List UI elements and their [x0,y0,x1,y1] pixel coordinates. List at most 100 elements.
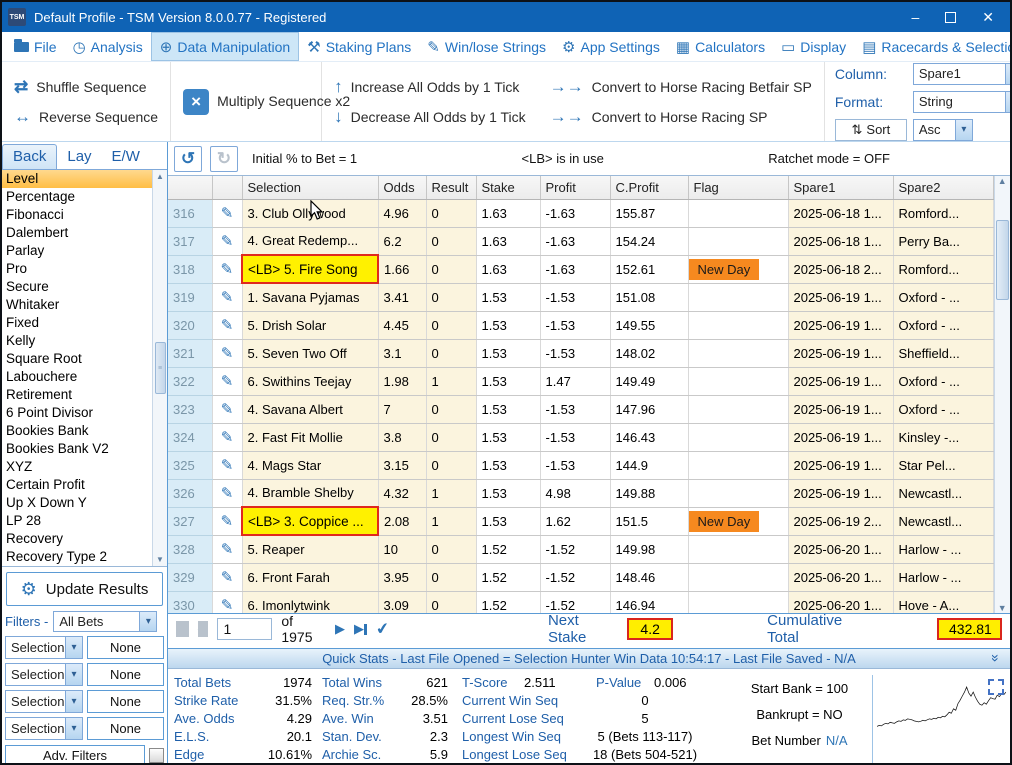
sidebar-item-level[interactable]: Level [2,170,152,188]
filter-value-button-2[interactable]: None [87,663,164,686]
table-row[interactable]: 320✎5. Drish Solar4.4501.53-1.53149.5520… [168,311,993,339]
sidebar-item-bookies-bank-v2[interactable]: Bookies Bank V2 [2,440,152,458]
decrease-odds-button[interactable]: ↓Decrease All Odds by 1 Tick [334,107,526,127]
maximize-button[interactable] [945,12,956,23]
table-row[interactable]: 324✎2. Fast Fit Mollie3.801.53-1.53146.4… [168,423,993,451]
sidebar-item-fibonacci[interactable]: Fibonacci [2,206,152,224]
menu-analysis[interactable]: ◷Analysis [65,32,151,61]
table-scrollbar[interactable]: ▲ ▼ [994,176,1011,613]
collapse-chevrons-icon[interactable]: » [988,654,1004,662]
sidebar-item-fixed[interactable]: Fixed [2,314,152,332]
edit-row-button[interactable]: ✎ [212,255,242,283]
tab-back[interactable]: Back [2,144,57,169]
table-row[interactable]: 322✎6. Swithins Teejay1.9811.531.47149.4… [168,367,993,395]
close-button[interactable]: ✕ [982,9,994,26]
scroll-down-icon[interactable]: ▼ [998,603,1007,613]
menu-data-manipulation[interactable]: ⊕Data Manipulation [151,32,299,61]
undo-button[interactable]: ↺ [174,146,202,172]
sidebar-item-up-x-down-y[interactable]: Up X Down Y [2,494,152,512]
menu-file[interactable]: File [6,32,65,61]
table-row[interactable]: 317✎4. Great Redemp...6.201.63-1.63154.2… [168,227,993,255]
scroll-up-icon[interactable]: ▲ [156,170,164,183]
convert-betfair-sp-button[interactable]: →→Convert to Horse Racing Betfair SP [550,77,812,97]
edit-row-button[interactable]: ✎ [212,451,242,479]
sidebar-scrollbar[interactable]: ▲ ≡ ▼ [152,170,167,566]
update-results-button[interactable]: ⚙ Update Results [6,572,163,606]
tab-ew[interactable]: E/W [102,145,150,169]
sidebar-item-lp-28[interactable]: LP 28 [2,512,152,530]
scrollbar-thumb[interactable] [996,220,1009,300]
sidebar-item-percentage[interactable]: Percentage [2,188,152,206]
adv-filters-checkbox[interactable] [149,748,164,763]
sidebar-item-secure[interactable]: Secure [2,278,152,296]
col-result[interactable]: Result [426,176,476,199]
last-page-button[interactable]: ▶ [354,621,367,637]
quick-stats-header[interactable]: Quick Stats - Last File Opened = Selecti… [168,648,1010,669]
edit-row-button[interactable]: ✎ [212,423,242,451]
sidebar-item-labouchere[interactable]: Labouchere [2,368,152,386]
chevron-down-icon[interactable]: ▾ [139,612,156,631]
col-profit[interactable]: Profit [540,176,610,199]
table-row[interactable]: 329✎6. Front Farah3.9501.52-1.52148.4620… [168,563,993,591]
tab-lay[interactable]: Lay [57,145,101,169]
increase-odds-button[interactable]: ↑Increase All Odds by 1 Tick [334,77,526,97]
expand-icon[interactable] [988,679,1004,695]
menu-calculators[interactable]: ▦Calculators [668,32,773,61]
sidebar-item-parlay[interactable]: Parlay [2,242,152,260]
reverse-sequence-button[interactable]: ↔Reverse Sequence [14,107,158,127]
menu-winlose-strings[interactable]: ✎Win/lose Strings [419,32,554,61]
sidebar-item-square-root[interactable]: Square Root [2,350,152,368]
table-row[interactable]: 330✎6. Imonlytwink3.0901.52-1.52146.9420… [168,591,993,613]
first-page-button[interactable]: ◀ [176,621,189,637]
table-row[interactable]: 319✎1. Savana Pyjamas3.4101.53-1.53151.0… [168,283,993,311]
table-row[interactable]: 325✎4. Mags Star3.1501.53-1.53144.92025-… [168,451,993,479]
filter-value-button-1[interactable]: None [87,636,164,659]
col-stake[interactable]: Stake [476,176,540,199]
sidebar-item-recovery-type-2[interactable]: Recovery Type 2 [2,548,152,566]
chevron-down-icon[interactable]: ▾ [1005,92,1012,112]
filter-type-select-2[interactable]: Selection▾ [5,663,83,686]
adv-filters-button[interactable]: Adv. Filters [5,745,145,765]
sort-button[interactable]: ⇅Sort [835,119,907,141]
edit-row-button[interactable]: ✎ [212,227,242,255]
col-flag[interactable]: Flag [688,176,788,199]
col-selection[interactable]: Selection [242,176,378,199]
chevron-down-icon[interactable]: ▾ [65,691,82,712]
edit-row-button[interactable]: ✎ [212,395,242,423]
minimize-button[interactable]: – [911,9,919,25]
table-row[interactable]: 318✎<LB> 5. Fire Song1.6601.63-1.63152.6… [168,255,993,283]
convert-sp-button[interactable]: →→Convert to Horse Racing SP [550,107,812,127]
menu-display[interactable]: ▭Display [773,32,854,61]
table-row[interactable]: 326✎4. Bramble Shelby4.3211.534.98149.88… [168,479,993,507]
sidebar-item-kelly[interactable]: Kelly [2,332,152,350]
sidebar-item-whitaker[interactable]: Whitaker [2,296,152,314]
edit-row-button[interactable]: ✎ [212,367,242,395]
edit-row-button[interactable]: ✎ [212,311,242,339]
table-row[interactable]: 323✎4. Savana Albert701.53-1.53147.96202… [168,395,993,423]
filter-type-select-1[interactable]: Selection▾ [5,636,83,659]
sidebar-item-retirement[interactable]: Retirement [2,386,152,404]
filter-type-select-4[interactable]: Selection▾ [5,717,83,740]
col-cprofit[interactable]: C.Profit [610,176,688,199]
next-page-button[interactable]: ▶ [335,621,345,637]
edit-row-button[interactable]: ✎ [212,591,242,613]
sidebar-item-xyz[interactable]: XYZ [2,458,152,476]
sidebar-item-dalembert[interactable]: Dalembert [2,224,152,242]
chevron-down-icon[interactable]: ▾ [1005,64,1012,84]
column-select[interactable]: Spare1▾ [913,63,1012,85]
chevron-down-icon[interactable]: ▾ [65,664,82,685]
redo-button[interactable]: ↻ [210,146,238,172]
sidebar-item-recovery[interactable]: Recovery [2,530,152,548]
scrollbar-thumb[interactable]: ≡ [155,342,166,394]
col-spare1[interactable]: Spare1 [788,176,893,199]
edit-row-button[interactable]: ✎ [212,535,242,563]
edit-row-button[interactable]: ✎ [212,199,242,227]
edit-row-button[interactable]: ✎ [212,507,242,535]
table-row[interactable]: 328✎5. Reaper1001.52-1.52149.982025-06-2… [168,535,993,563]
chevron-down-icon[interactable]: ▾ [65,718,82,739]
sidebar-item-bookies-bank[interactable]: Bookies Bank [2,422,152,440]
edit-row-button[interactable]: ✎ [212,339,242,367]
filter-value-button-4[interactable]: None [87,717,164,740]
page-number-input[interactable]: 1 [217,618,273,640]
menu-staking-plans[interactable]: ⚒Staking Plans [299,32,419,61]
